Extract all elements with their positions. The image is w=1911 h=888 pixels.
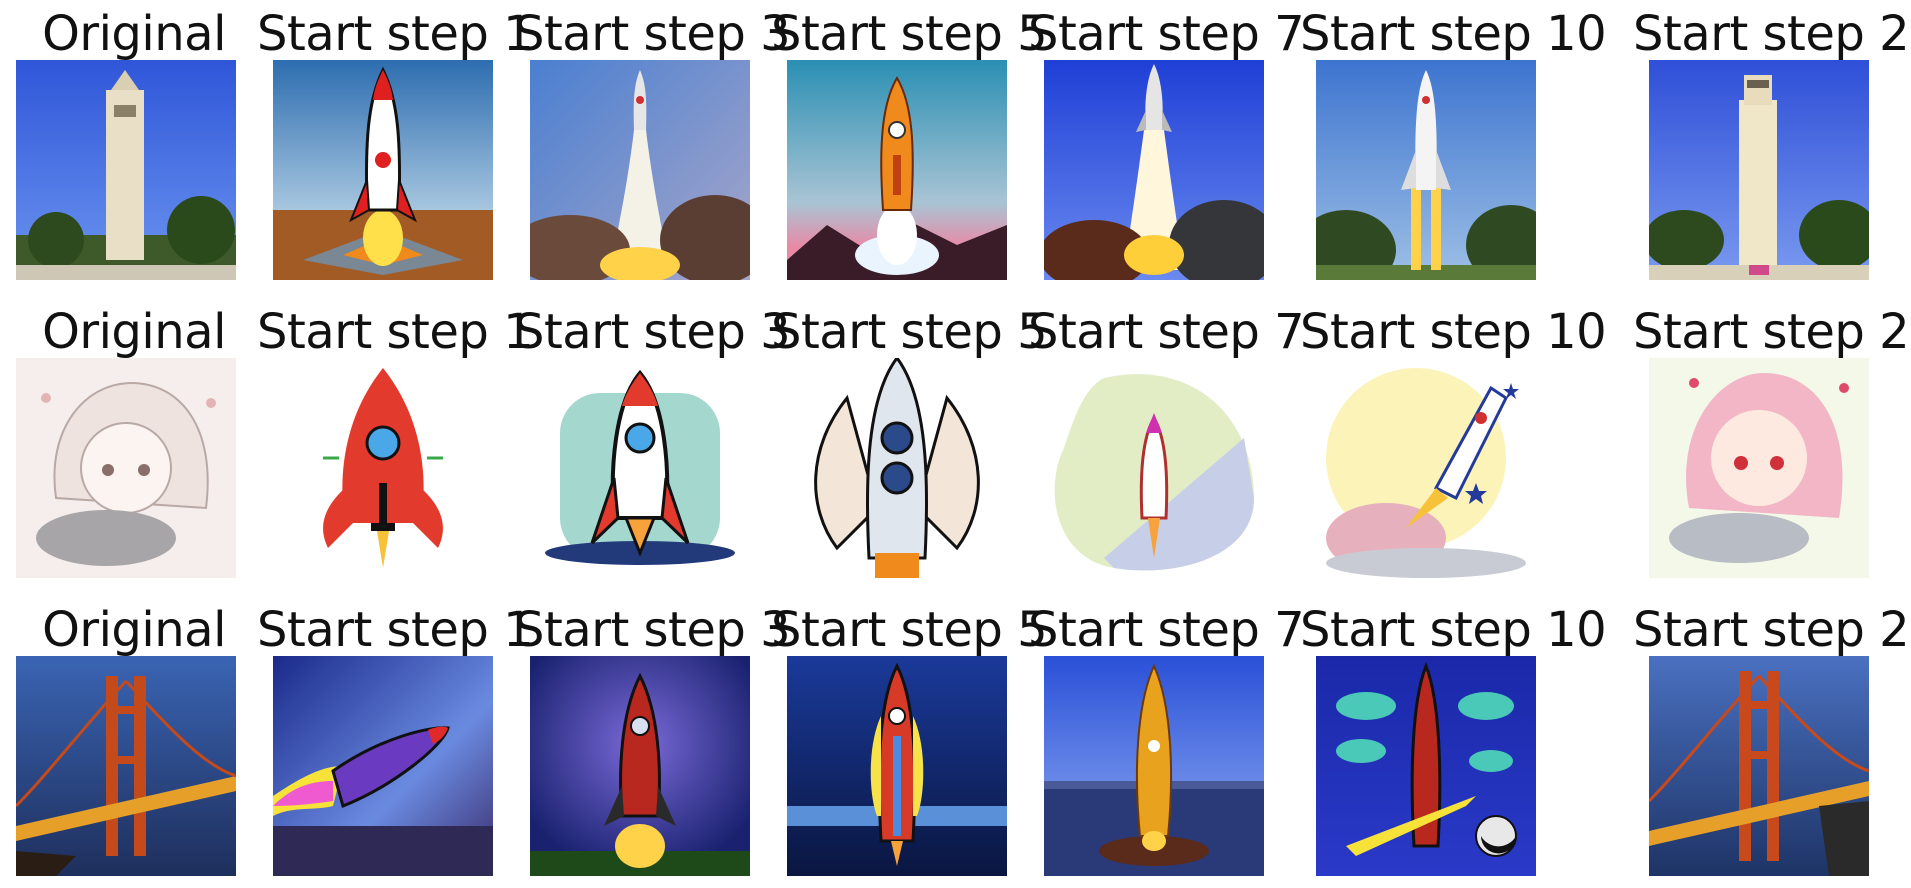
column-label: Start step 10 xyxy=(1300,304,1607,360)
cell: Start step 1 xyxy=(257,0,534,292)
cell: Start step 10 xyxy=(1300,298,1607,590)
cell: Start step 3 xyxy=(514,596,791,888)
column-label: Start step 7 xyxy=(1028,6,1305,62)
golden-gate-bridge-night xyxy=(16,656,236,876)
shuttle-launch-clouds xyxy=(1044,60,1264,280)
cell: Start step 20 xyxy=(1633,596,1911,888)
row-tower: Original Start step 1 Start step 3 Start… xyxy=(0,0,1911,292)
rocket-clouds-moon xyxy=(1316,656,1536,876)
rocket-flying-purple xyxy=(273,656,493,876)
anime-girl-sketch xyxy=(16,358,236,578)
column-label: Start step 1 xyxy=(257,304,534,360)
shuttle-launch-trees xyxy=(1316,60,1536,280)
column-label: Start step 3 xyxy=(514,304,791,360)
column-label: Start step 5 xyxy=(771,602,1048,658)
red-rocket-icon xyxy=(273,358,493,578)
cell: Original xyxy=(0,298,268,590)
cell: Start step 7 xyxy=(1028,0,1305,292)
column-label: Start step 20 xyxy=(1633,6,1911,62)
cell: Start step 1 xyxy=(257,298,534,590)
cell: Start step 20 xyxy=(1633,0,1911,292)
rocket-closeup-icon xyxy=(787,358,1007,578)
cell: Start step 3 xyxy=(514,298,791,590)
column-label: Start step 10 xyxy=(1300,6,1607,62)
rocket-stars-cloud xyxy=(1316,358,1536,578)
column-label: Start step 3 xyxy=(514,602,791,658)
column-label: Original xyxy=(42,304,226,360)
rocket-mountains-sunset xyxy=(787,60,1007,280)
cell: Start step 1 xyxy=(257,596,534,888)
cell: Original xyxy=(0,0,268,292)
rocket-pastel-blob xyxy=(1044,358,1264,578)
column-label: Start step 7 xyxy=(1028,304,1305,360)
column-label: Start step 7 xyxy=(1028,602,1305,658)
column-label: Start step 1 xyxy=(257,602,534,658)
cell: Start step 7 xyxy=(1028,298,1305,590)
cell: Start step 5 xyxy=(771,0,1048,292)
golden-gate-bridge-painted xyxy=(1649,656,1869,876)
row-anime: Original Start step 1 Start step 3 Start… xyxy=(0,298,1911,590)
cell: Original xyxy=(0,596,268,888)
cell: Start step 10 xyxy=(1300,0,1607,292)
column-label: Start step 1 xyxy=(257,6,534,62)
cell: Start step 7 xyxy=(1028,596,1305,888)
rocket-blue-sky xyxy=(787,656,1007,876)
column-label: Start step 10 xyxy=(1300,602,1607,658)
column-label: Start step 20 xyxy=(1633,304,1911,360)
rocket-launch-clouds xyxy=(530,60,750,280)
rocket-yellow-ground xyxy=(1044,656,1264,876)
anime-girl-pink-hair xyxy=(1649,358,1869,578)
tower-photo xyxy=(16,60,236,280)
comparison-grid: Original Start step 1 Start step 3 Start… xyxy=(0,0,1911,878)
column-label: Start step 5 xyxy=(771,304,1048,360)
column-label: Original xyxy=(42,602,226,658)
rocket-on-pad xyxy=(273,60,493,280)
cell: Start step 5 xyxy=(771,596,1048,888)
column-label: Start step 3 xyxy=(514,6,791,62)
column-label: Original xyxy=(42,6,226,62)
column-label: Start step 20 xyxy=(1633,602,1911,658)
column-label: Start step 5 xyxy=(771,6,1048,62)
cell: Start step 10 xyxy=(1300,596,1607,888)
white-rocket-icon xyxy=(530,358,750,578)
tower-painted xyxy=(1649,60,1869,280)
row-bridge: Original Start step 1 Start step 3 Start… xyxy=(0,596,1911,888)
rocket-glow-night xyxy=(530,656,750,876)
cell: Start step 20 xyxy=(1633,298,1911,590)
cell: Start step 5 xyxy=(771,298,1048,590)
cell: Start step 3 xyxy=(514,0,791,292)
